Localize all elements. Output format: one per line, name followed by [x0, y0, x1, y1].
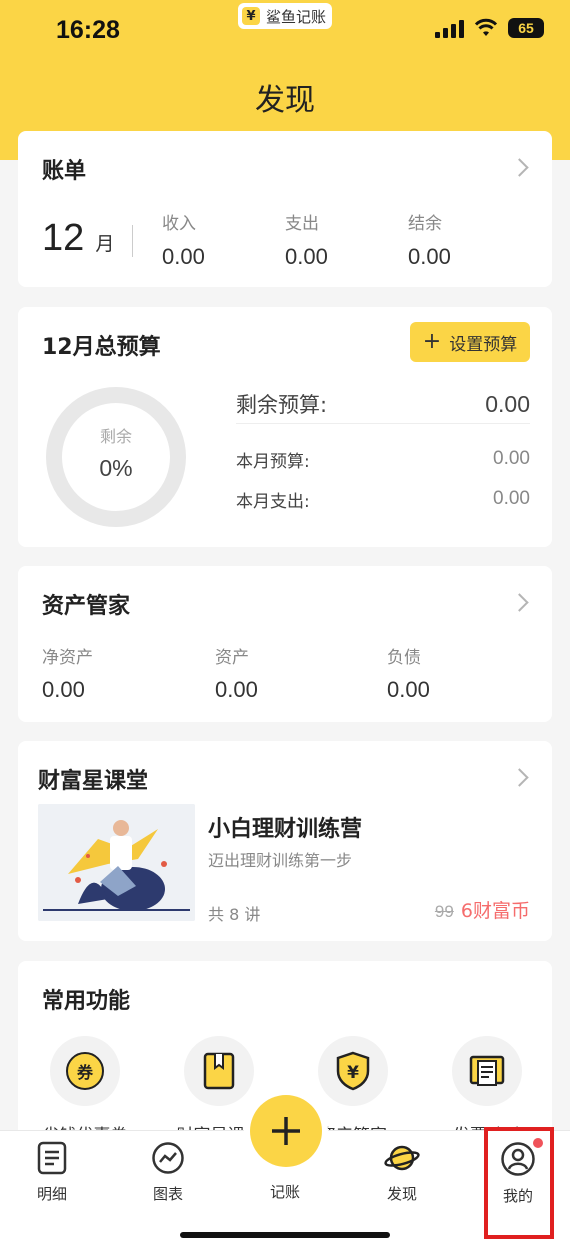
net-assets-label: 净资产 [42, 648, 93, 668]
plus-icon: + [422, 329, 442, 354]
remaining-value: 0.00 [485, 391, 530, 417]
cellular-signal-icon [435, 18, 464, 38]
func-course[interactable]: 财富星课堂 [177, 1036, 262, 1146]
highlight-box [484, 1127, 554, 1239]
course-old-price: 99 [434, 902, 454, 921]
course-section-title: 财富星课堂 [38, 769, 149, 794]
set-budget-button[interactable]: + 设置预算 [410, 322, 530, 362]
remaining-label: 剩余预算: [236, 393, 328, 417]
tab-details[interactable]: 明细 [7, 1141, 97, 1204]
app-name: 鲨鱼记账 [266, 7, 327, 26]
wifi-icon [474, 18, 498, 36]
list-icon [37, 1141, 67, 1175]
expense-value: 0.00 [285, 244, 328, 269]
course-card: 财富星课堂 小白理财训练营 迈出理财训练第一步 共 8 讲 99 6财富币 [18, 741, 552, 941]
assets-card[interactable]: 资产管家 净资产 0.00 资产 0.00 负债 0.00 [18, 566, 552, 722]
chevron-right-icon[interactable] [510, 768, 529, 787]
expense-label: 支出 [285, 214, 319, 234]
course-item[interactable]: 小白理财训练营 迈出理财训练第一步 共 8 讲 99 6财富币 [18, 801, 552, 925]
budget-card: 12月总预算 + 设置预算 剩余 0% 剩余预算: 0.00 本月预算: 0.0… [18, 307, 552, 547]
tab-discover[interactable]: 发现 [357, 1141, 447, 1204]
bill-title: 账单 [42, 159, 87, 184]
bill-card[interactable]: 账单 12 月 收入 0.00 支出 0.00 结余 0.00 [18, 131, 552, 287]
remaining-divider [236, 423, 530, 424]
month-expense-label: 本月支出: [236, 492, 310, 512]
chart-icon [152, 1142, 184, 1174]
tab-charts[interactable]: 图表 [123, 1141, 213, 1204]
course-subtitle: 迈出理财训练第一步 [208, 851, 353, 870]
chevron-right-icon[interactable] [510, 158, 529, 177]
app-indicator: ¥ 鲨鱼记账 [238, 3, 333, 29]
set-budget-label: 设置预算 [449, 334, 518, 355]
month-budget-label: 本月预算: [236, 452, 310, 472]
course-new-price: 6财富币 [460, 900, 530, 922]
ring-label: 剩余 [99, 427, 132, 446]
debt-value: 0.00 [387, 677, 430, 702]
income-label: 收入 [162, 214, 196, 234]
yen-icon: ¥ [242, 7, 260, 25]
svg-text:¥: ¥ [347, 1063, 359, 1083]
plus-icon [272, 1117, 300, 1145]
divider [132, 225, 133, 257]
func-assets[interactable]: ¥ 资产管家 [318, 1036, 388, 1146]
planet-icon [384, 1145, 420, 1171]
assets-value: 0.00 [215, 677, 258, 702]
balance-label: 结余 [408, 214, 442, 234]
status-icons: 65 [435, 18, 544, 38]
budget-title: 12月总预算 [42, 335, 161, 360]
tab-charts-label: 图表 [152, 1185, 183, 1203]
tab-record-label: 记账 [269, 1183, 300, 1201]
course-name: 小白理财训练营 [208, 817, 363, 842]
ring-percent: 0% [99, 455, 133, 481]
receipt-icon [452, 1036, 522, 1106]
income-value: 0.00 [162, 244, 205, 269]
course-illustration [38, 804, 195, 921]
book-icon [184, 1036, 254, 1106]
coupon-icon: 券 [50, 1036, 120, 1106]
debt-label: 负债 [387, 648, 421, 668]
shield-yen-icon: ¥ [318, 1036, 388, 1106]
func-invoice[interactable]: 发票助手 [452, 1036, 522, 1146]
net-assets-value: 0.00 [42, 677, 85, 702]
course-lessons: 共 8 讲 [208, 905, 261, 924]
tab-details-label: 明细 [36, 1185, 67, 1203]
status-time: 16:28 [56, 16, 120, 44]
func-coupon[interactable]: 券 省钱优惠券 [43, 1036, 128, 1146]
battery-icon: 65 [508, 18, 544, 38]
month-expense-value: 0.00 [493, 488, 530, 509]
assets-title: 资产管家 [42, 594, 131, 619]
tab-record[interactable]: 记账 [240, 1177, 330, 1202]
chevron-right-icon[interactable] [510, 593, 529, 612]
functions-title: 常用功能 [42, 989, 131, 1014]
assets-label: 资产 [215, 648, 249, 668]
home-indicator [180, 1232, 390, 1238]
tab-discover-label: 发现 [386, 1185, 417, 1203]
balance-value: 0.00 [408, 244, 451, 269]
bill-month: 12 月 [42, 217, 115, 259]
month-budget-value: 0.00 [493, 448, 530, 469]
add-record-button[interactable] [250, 1095, 322, 1167]
page-title: 发现 [255, 83, 315, 118]
course-price: 99 6财富币 [435, 896, 530, 923]
